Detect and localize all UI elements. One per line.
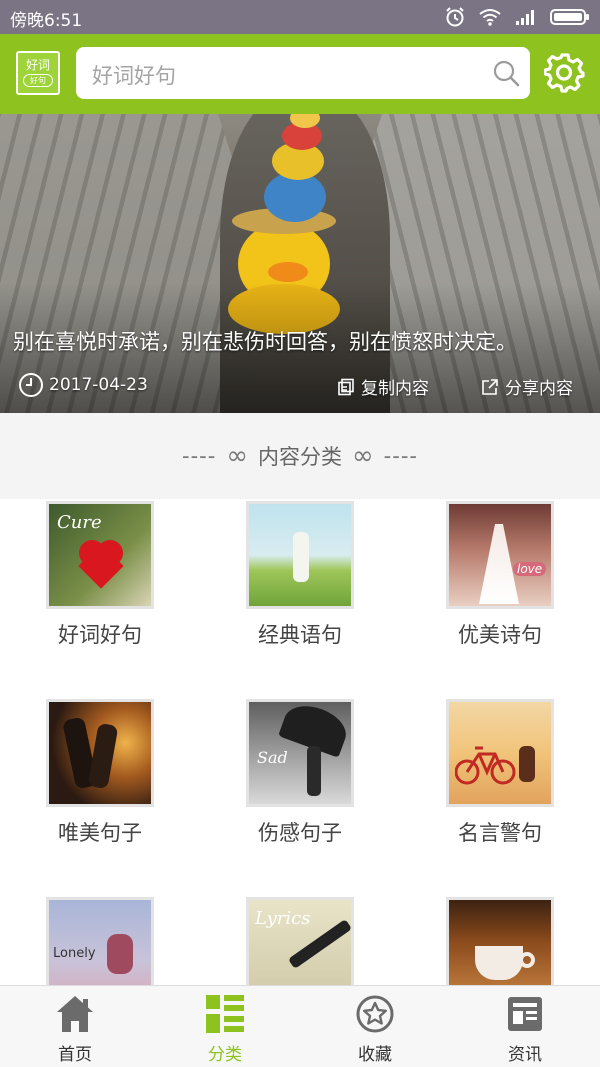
nav-favorites[interactable]: 收藏 bbox=[300, 986, 450, 1067]
infinity-icon: ∞ bbox=[226, 441, 248, 471]
section-dash-left: ---- bbox=[182, 444, 217, 468]
thumbnail-couple-partner bbox=[87, 722, 119, 790]
bicycle-icon bbox=[455, 746, 516, 785]
thumbnail-caption: Lonely bbox=[53, 946, 96, 961]
category-thumbnail: Lyrics bbox=[246, 897, 354, 985]
status-time: 傍晚6:51 bbox=[10, 11, 83, 31]
share-content-button[interactable]: 分享内容 bbox=[481, 374, 573, 399]
settings-gear-icon[interactable] bbox=[544, 52, 586, 94]
thumbnail-caption: love bbox=[513, 562, 547, 576]
copy-content-button[interactable]: 复制内容 bbox=[337, 374, 429, 399]
thumbnail-caption: Cure bbox=[57, 512, 102, 533]
search-icon[interactable] bbox=[492, 59, 520, 87]
thumbnail-caption: Lyrics bbox=[255, 908, 311, 929]
nav-category-label: 分类 bbox=[208, 1045, 242, 1065]
category-label: 经典语句 bbox=[258, 623, 342, 647]
thumbnail-dress bbox=[479, 524, 519, 604]
thumbnail-caption: Sad bbox=[257, 748, 288, 767]
category-label: 唯美句子 bbox=[58, 821, 142, 845]
nav-home[interactable]: 首页 bbox=[0, 986, 150, 1067]
alarm-icon bbox=[446, 7, 464, 27]
category-label: 名言警句 bbox=[458, 821, 542, 845]
category-item[interactable]: 唯美句子 bbox=[0, 697, 200, 895]
category-item[interactable]: Cure 好词好句 bbox=[0, 499, 200, 697]
banner-date-text: 2017-04-23 bbox=[49, 375, 148, 395]
copy-icon bbox=[338, 378, 354, 395]
category-item[interactable]: love 优美诗句 bbox=[400, 499, 600, 697]
signal-icon bbox=[516, 10, 534, 25]
thumbnail-figure bbox=[307, 746, 321, 796]
category-item[interactable]: 名言警句 bbox=[400, 697, 600, 895]
search-placeholder: 好词好句 bbox=[92, 64, 176, 88]
category-grid: Cure 好词好句 经典语句 love 优美诗句 唯美句子 Sad 伤感句子 名… bbox=[0, 499, 600, 985]
clock-icon bbox=[19, 373, 43, 397]
category-item[interactable]: Lyrics bbox=[200, 895, 400, 985]
home-icon bbox=[57, 996, 93, 1032]
star-icon bbox=[356, 995, 394, 1033]
nav-category[interactable]: 分类 bbox=[150, 986, 300, 1067]
coffee-cup-icon bbox=[475, 946, 523, 980]
category-thumbnail bbox=[446, 699, 554, 807]
thumbnail-figure bbox=[519, 746, 535, 782]
category-label: 优美诗句 bbox=[458, 623, 542, 647]
category-label: 伤感句子 bbox=[258, 821, 342, 845]
section-title: 内容分类 bbox=[258, 445, 342, 469]
bottom-navigation: 首页 分类 收藏 资讯 bbox=[0, 985, 600, 1067]
nav-home-label: 首页 bbox=[58, 1045, 92, 1065]
banner-quote-text: 别在喜悦时承诺，别在悲伤时回答，别在愤怒时决定。 bbox=[13, 330, 517, 354]
category-item[interactable]: 经典语句 bbox=[200, 499, 400, 697]
category-item[interactable]: Sad 伤感句子 bbox=[200, 697, 400, 895]
banner-image-duck-beak bbox=[268, 262, 308, 282]
thumbnail-couple bbox=[107, 934, 133, 974]
infinity-icon: ∞ bbox=[352, 441, 374, 471]
category-label: 好词好句 bbox=[58, 623, 142, 647]
share-content-label: 分享内容 bbox=[505, 379, 573, 399]
status-bar: 傍晚6:51 bbox=[0, 0, 600, 34]
banner-date: 2017-04-23 bbox=[18, 372, 148, 398]
wifi-icon bbox=[479, 9, 501, 26]
nav-news-label: 资讯 bbox=[508, 1045, 542, 1065]
heart-icon bbox=[78, 540, 124, 589]
logo-text-bottom: 好句 bbox=[23, 74, 53, 87]
category-thumbnail bbox=[246, 501, 354, 609]
nav-favorites-label: 收藏 bbox=[358, 1045, 392, 1065]
news-icon bbox=[508, 997, 542, 1031]
section-dash-right: ---- bbox=[383, 444, 418, 468]
nav-news[interactable]: 资讯 bbox=[450, 986, 600, 1067]
copy-content-label: 复制内容 bbox=[361, 379, 429, 399]
category-icon bbox=[206, 995, 244, 1033]
featured-quote-banner[interactable]: 别在喜悦时承诺，别在悲伤时回答，别在愤怒时决定。 2017-04-23 复制内容… bbox=[0, 114, 600, 413]
thumbnail-figure bbox=[293, 532, 309, 582]
category-thumbnail bbox=[46, 699, 154, 807]
category-thumbnail: Cure bbox=[46, 501, 154, 609]
share-icon bbox=[482, 378, 498, 395]
category-thumbnail: Lonely bbox=[46, 897, 154, 985]
search-box[interactable]: 好词好句 bbox=[76, 47, 530, 99]
section-header: ---- ∞ 内容分类 ∞ ---- bbox=[0, 413, 600, 499]
logo-text-top: 好词 bbox=[25, 58, 50, 72]
coffee-cup-handle bbox=[519, 952, 535, 968]
app-logo[interactable]: 好词 好句 bbox=[16, 51, 60, 95]
category-thumbnail: Sad bbox=[246, 699, 354, 807]
category-item[interactable] bbox=[400, 895, 600, 985]
category-thumbnail: love bbox=[446, 501, 554, 609]
category-item[interactable]: Lonely bbox=[0, 895, 200, 985]
status-icons bbox=[444, 6, 590, 28]
category-thumbnail bbox=[446, 897, 554, 985]
battery-icon bbox=[550, 9, 589, 25]
top-app-bar: 好词 好句 好词好句 bbox=[0, 34, 600, 114]
